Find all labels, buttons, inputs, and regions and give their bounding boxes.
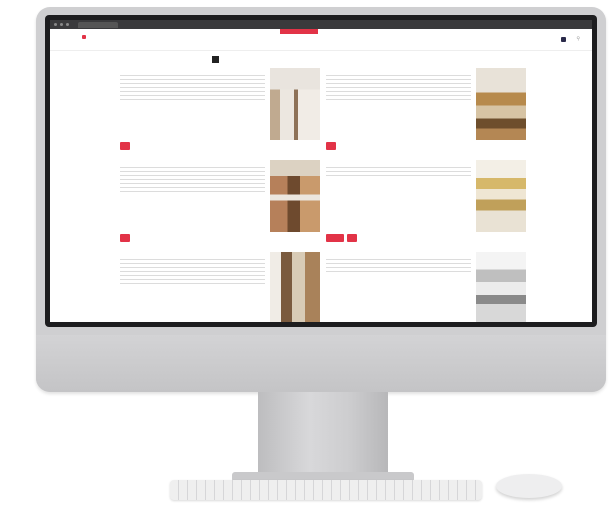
article-image[interactable] [476,160,526,232]
category-tag[interactable] [326,142,336,150]
window-minimize-icon[interactable] [60,23,63,26]
article-image[interactable] [476,252,526,322]
keyboard [170,480,482,500]
site-logo[interactable] [82,35,88,39]
article-excerpt [326,259,471,275]
logo-mark-icon [82,35,86,39]
browser-tab[interactable] [78,21,118,28]
article-tags [120,142,130,150]
article-card[interactable] [326,252,531,322]
article-image[interactable] [270,160,320,232]
screen: ⚲ [50,20,592,322]
article-card[interactable] [326,68,531,150]
article-image[interactable] [476,68,526,140]
mouse [496,474,562,498]
window-close-icon[interactable] [54,23,57,26]
category-tag[interactable] [120,234,130,242]
article-image[interactable] [270,252,320,322]
article-card[interactable] [120,68,325,150]
product-scene: ⚲ [0,0,613,505]
article-card[interactable] [120,252,325,322]
article-excerpt [326,167,471,179]
monitor-chin [36,335,606,392]
article-tags [120,234,130,242]
article-tags [326,142,336,150]
browser-toolbar [50,20,592,29]
monitor-stand [258,392,388,478]
article-card[interactable] [326,160,531,242]
site-header: ⚲ [50,29,592,51]
article-excerpt [120,259,265,285]
promo-badge[interactable] [280,29,318,34]
article-image[interactable] [270,68,320,140]
category-tag[interactable] [326,234,344,242]
user-icon[interactable] [561,37,566,42]
category-tag[interactable] [120,142,130,150]
header-links [543,37,566,42]
article-card[interactable] [120,160,325,242]
filter-toggle[interactable] [212,56,219,63]
article-excerpt [120,167,265,193]
article-tags [326,234,357,242]
article-excerpt [120,75,265,101]
category-tag[interactable] [347,234,357,242]
window-maximize-icon[interactable] [66,23,69,26]
search-icon[interactable]: ⚲ [576,36,580,42]
article-excerpt [326,75,471,101]
